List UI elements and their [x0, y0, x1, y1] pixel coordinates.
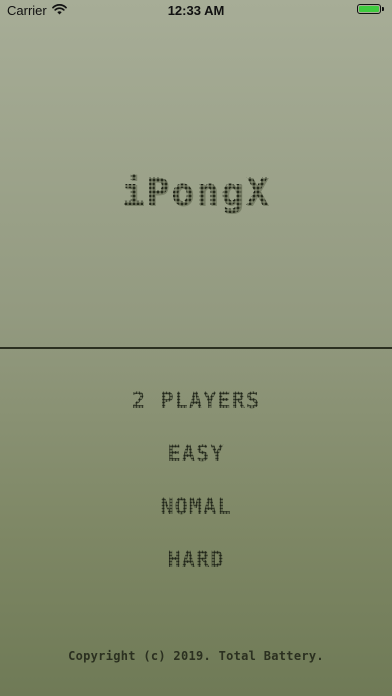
hard-button[interactable]: HARD: [0, 548, 392, 573]
battery-icon: [357, 4, 384, 14]
two-players-button[interactable]: 2 PLAYERS: [0, 389, 392, 414]
game-title: iPongX: [0, 170, 392, 214]
battery-fill: [359, 6, 379, 12]
status-bar: Carrier 12:33 AM: [0, 0, 392, 22]
copyright-text: Copyright (c) 2019. Total Battery.: [68, 649, 324, 663]
battery-body: [357, 4, 381, 14]
divider: [0, 347, 392, 349]
battery-cap: [382, 7, 384, 11]
easy-button[interactable]: EASY: [0, 442, 392, 467]
status-time: 12:33 AM: [167, 3, 225, 18]
normal-button[interactable]: NOMAL: [0, 495, 392, 520]
